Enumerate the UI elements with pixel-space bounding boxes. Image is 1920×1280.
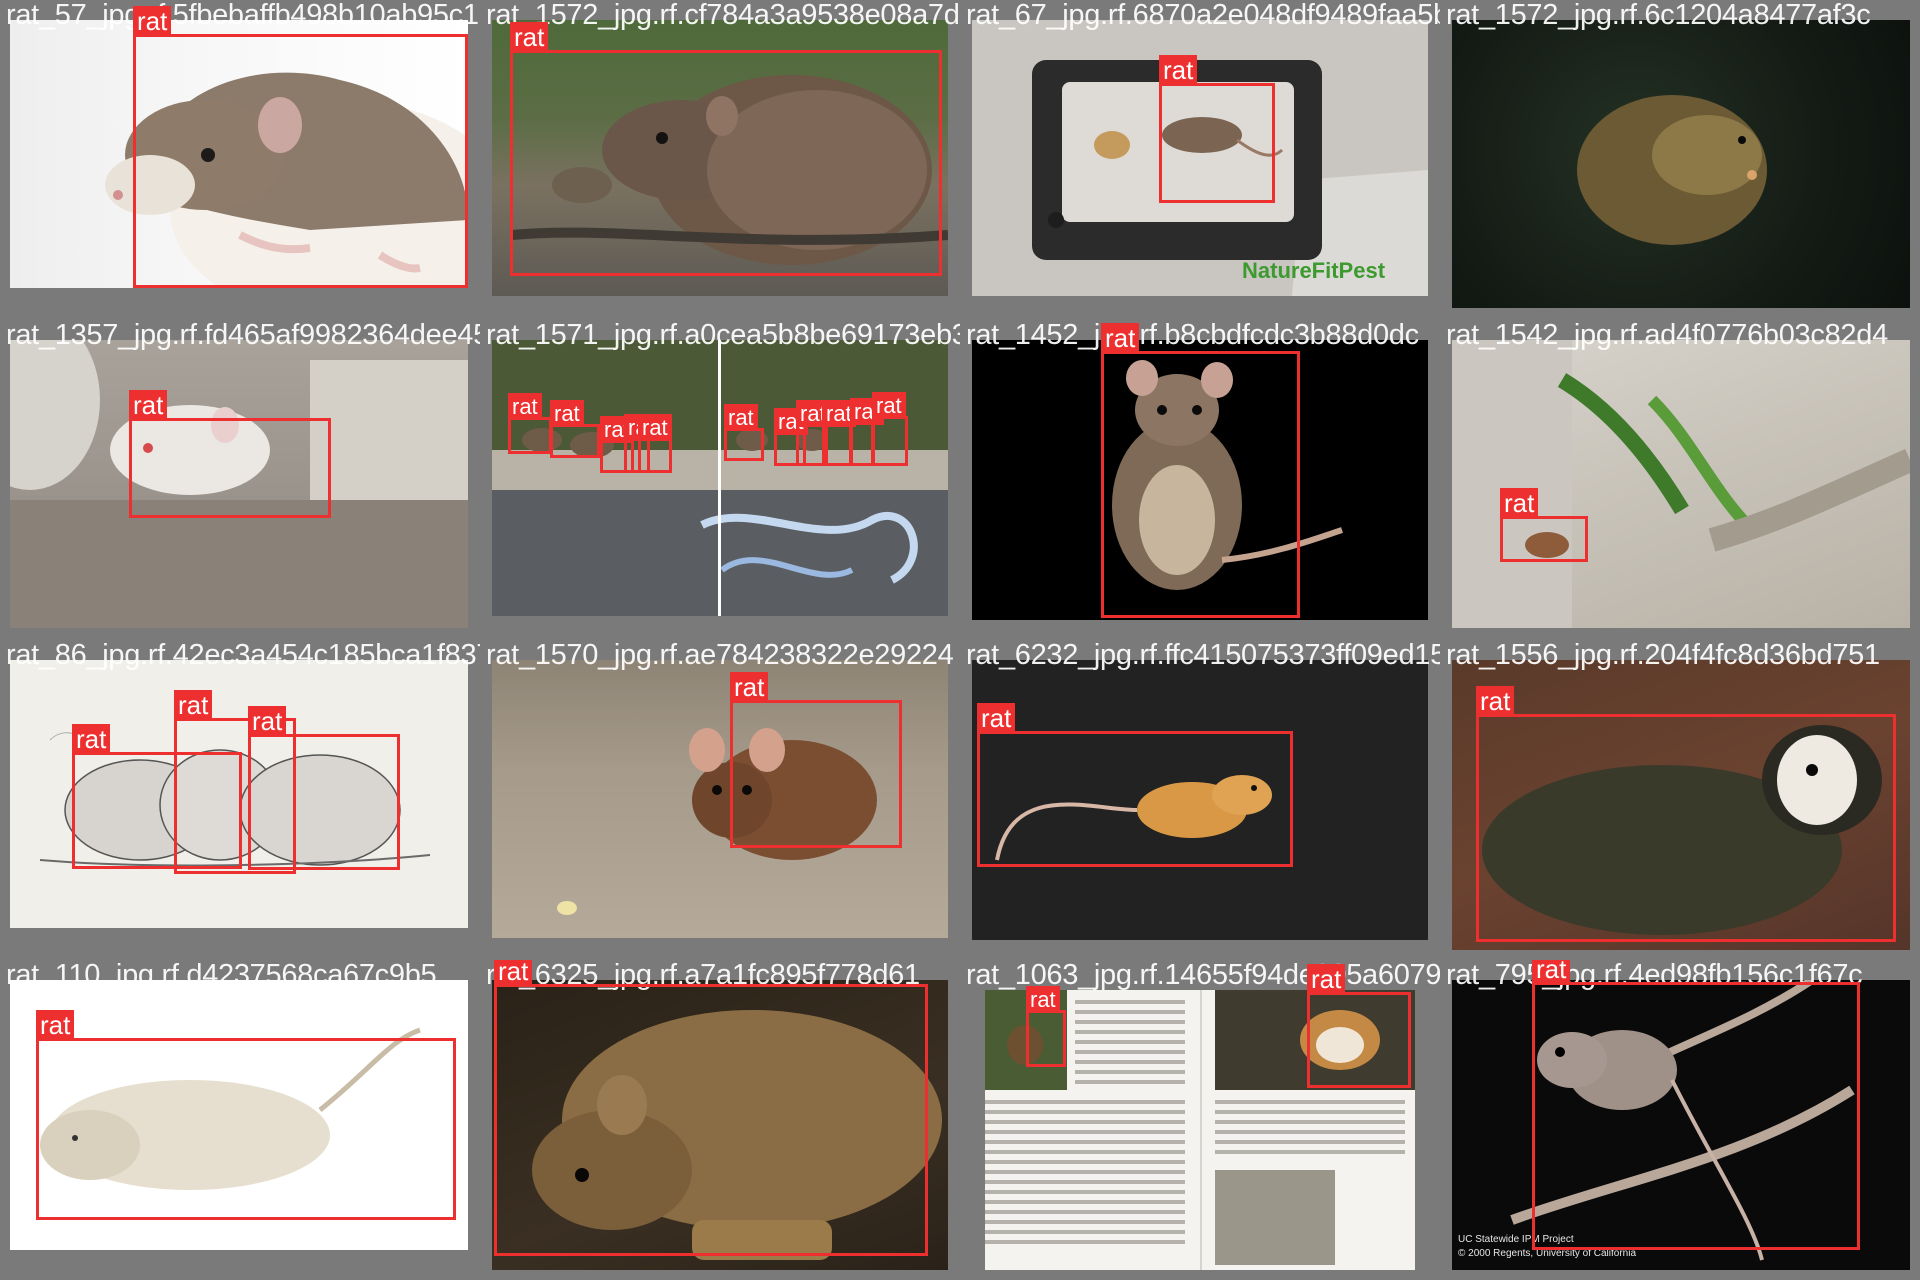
bounding-box[interactable]: rat	[1476, 686, 1896, 942]
bounding-box[interactable]: rat	[977, 703, 1293, 867]
bounding-box[interactable]: rat	[872, 392, 908, 466]
image-filename: rat_6232_jpg.rf.ffc415075373ff09ed157965…	[966, 640, 1440, 671]
grid-tile[interactable]: rat_110_jpg.rf.d4237568ca67c9b5 rat	[0, 960, 480, 1280]
image-filename: rat_57_jpg.rf.5fbebaffb498b10ab95c1e5572…	[6, 0, 480, 31]
image-filename: rat_1572_jpg.rf.cf784a3a9538e08a7dd43094…	[486, 0, 960, 31]
bounding-box[interactable]: rat	[36, 1010, 456, 1220]
class-label: rat	[1532, 960, 1571, 985]
grid-tile[interactable]: rat_1571_jpg.rf.a0cea5b8be69173eb3463e r…	[480, 320, 960, 640]
bounding-box[interactable]: rat	[510, 22, 942, 276]
grid-tile[interactable]: rat_6232_jpg.rf.ffc415075373ff09ed157965…	[960, 640, 1440, 960]
class-label: rat	[510, 22, 549, 53]
bounding-box[interactable]: rat	[248, 706, 400, 870]
grid-tile[interactable]: NatureFitPest rat_67_jpg.rf.6870a2e048df…	[960, 0, 1440, 320]
nutria-illustration	[1577, 95, 1767, 245]
bounding-box[interactable]: rat	[494, 960, 928, 1256]
bounding-box[interactable]: rat	[1500, 488, 1588, 562]
class-label: rat	[730, 672, 769, 703]
image-filename: rat_1542_jpg.rf.ad4f0776b03c82d4	[1446, 320, 1888, 351]
image-filename: rat_1556_jpg.rf.204f4fc8d36bd751	[1446, 640, 1880, 671]
class-label: rat	[1101, 323, 1140, 354]
watermark-logo: NatureFitPest	[1242, 258, 1386, 283]
bounding-box[interactable]: rat	[550, 400, 600, 458]
class-label: rat	[508, 393, 542, 420]
grid-tile[interactable]: rat_1572_jpg.rf.cf784a3a9538e08a7dd43094…	[480, 0, 960, 320]
image-filename: rat_86_jpg.rf.42ec3a454c185bca1f83726	[6, 640, 480, 671]
bounding-box[interactable]: rat	[822, 400, 856, 466]
class-label: rat	[1307, 964, 1346, 995]
class-label: rat	[248, 706, 287, 737]
class-label: rat	[36, 1010, 75, 1041]
image-filename: rat_1572_jpg.rf.6c1204a8477af3c	[1446, 0, 1871, 31]
class-label: rat	[494, 960, 533, 987]
bounding-box[interactable]: rat	[638, 414, 672, 473]
detection-grid: rat_57_jpg.rf.5fbebaffb498b10ab95c1e5572…	[0, 0, 1920, 1280]
grid-tile[interactable]: rat_1063_jpg.rf.14655f94de205a60795 rat …	[960, 960, 1440, 1280]
image-filename: rat_67_jpg.rf.6870a2e048df9489faa5b2912	[966, 0, 1440, 31]
bounding-box[interactable]: rat	[724, 404, 764, 461]
class-label: rat	[1026, 986, 1060, 1013]
grid-tile[interactable]: rat_1572_jpg.rf.6c1204a8477af3c	[1440, 0, 1920, 320]
class-label: rat	[1476, 686, 1515, 717]
class-label: rat	[550, 400, 584, 427]
class-label: rat	[872, 392, 906, 419]
collage-divider	[718, 340, 721, 616]
image-filename: rat_110_jpg.rf.d4237568ca67c9b5	[6, 960, 437, 991]
bounding-box[interactable]: rat	[1532, 960, 1860, 1250]
grid-tile[interactable]: rat_1357_jpg.rf.fd465af9982364dee45f2471…	[0, 320, 480, 640]
grid-tile[interactable]: rat_57_jpg.rf.5fbebaffb498b10ab95c1e5572…	[0, 0, 480, 320]
bounding-box[interactable]: rat	[850, 398, 884, 466]
class-label: rat	[1159, 55, 1198, 86]
bounding-box[interactable]: rat	[730, 672, 902, 848]
class-label: rat	[72, 724, 111, 755]
class-label: rat	[1500, 488, 1539, 519]
image-filename: rat_1570_jpg.rf.ae784238322e29224	[486, 640, 954, 671]
class-label: rat	[174, 690, 213, 721]
wall-illustration	[1452, 340, 1910, 628]
grid-tile[interactable]: rat_1570_jpg.rf.ae784238322e29224 rat	[480, 640, 960, 960]
class-label: rat	[133, 6, 172, 37]
tile-photo	[1452, 20, 1910, 308]
class-label: rat	[638, 414, 672, 441]
bounding-box[interactable]: rat	[129, 390, 331, 518]
bounding-box[interactable]: rat	[1307, 964, 1411, 1088]
image-filename: rat_1357_jpg.rf.fd465af9982364dee45f2471…	[6, 320, 480, 351]
grid-tile[interactable]: UC Statewide IPM Project © 2000 Regents,…	[1440, 960, 1920, 1280]
class-label: rat	[977, 703, 1016, 734]
image-filename: rat_1571_jpg.rf.a0cea5b8be69173eb3463e	[486, 320, 960, 351]
image-filename: rat_1452_jpg.rf.b8cbdfcdc3b88d0dc	[966, 320, 1419, 351]
tile-photo	[1452, 340, 1910, 628]
bounding-box[interactable]: rat	[1159, 55, 1275, 203]
grid-tile[interactable]: rat_1452_jpg.rf.b8cbdfcdc3b88d0dc rat	[960, 320, 1440, 640]
bounding-box[interactable]: rat	[1101, 323, 1300, 618]
grid-tile[interactable]: rat_86_jpg.rf.42ec3a454c185bca1f83726 ra…	[0, 640, 480, 960]
class-label: rat	[129, 390, 168, 421]
grid-tile[interactable]: rat_1556_jpg.rf.204f4fc8d36bd751 rat	[1440, 640, 1920, 960]
bounding-box[interactable]: rat	[508, 393, 552, 454]
bounding-box[interactable]: rat	[1026, 986, 1066, 1067]
grid-tile[interactable]: rat_1542_jpg.rf.ad4f0776b03c82d4 rat	[1440, 320, 1920, 640]
bounding-box[interactable]: rat	[133, 6, 468, 288]
grid-tile[interactable]: rat_6325_jpg.rf.a7a1fc895f778d61 rat	[480, 960, 960, 1280]
class-label: rat	[724, 404, 758, 431]
